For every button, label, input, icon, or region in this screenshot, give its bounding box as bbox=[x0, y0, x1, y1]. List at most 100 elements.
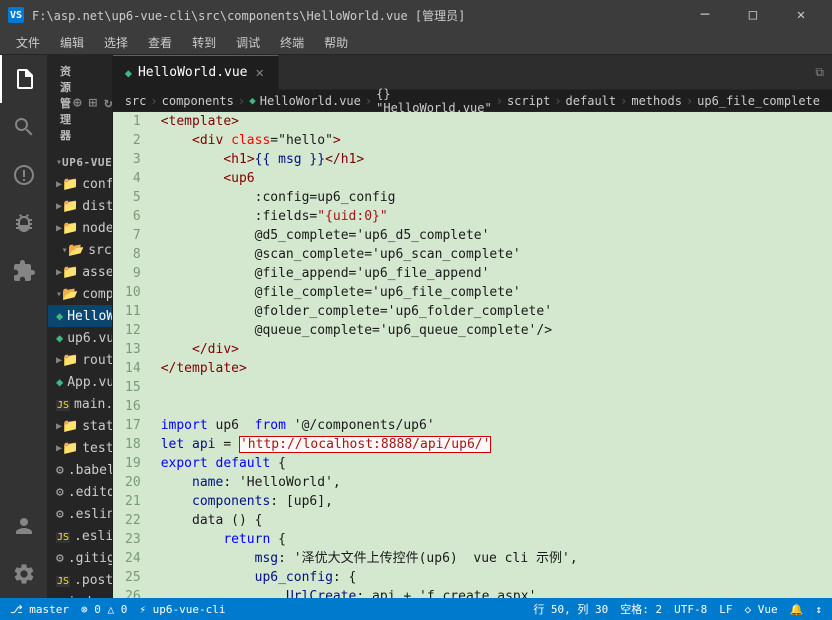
split-editor-btn[interactable]: ⧉ bbox=[807, 65, 832, 80]
file-tree: ▾UP6-VUE-CLI▶📁config▶📁dist▶📁node_modules… bbox=[48, 151, 112, 598]
sidebar-header: 资源管理器 ⊕ ⊞ ↻ ⊟ … bbox=[48, 55, 112, 151]
menu-edit[interactable]: 编辑 bbox=[52, 32, 92, 53]
tree-item-App-vue[interactable]: ◆App.vue bbox=[48, 371, 112, 393]
file-icon-src: 📂 bbox=[68, 243, 84, 258]
tree-item-editorconfig[interactable]: ⚙.editorconfig bbox=[48, 481, 112, 503]
breadcrumb-export[interactable]: {} "HelloWorld.vue" bbox=[376, 87, 492, 115]
line-ending[interactable]: LF bbox=[719, 603, 732, 616]
tree-label-up6-vue: up6.vue bbox=[67, 331, 112, 346]
file-icon-static: 📁 bbox=[62, 419, 78, 434]
minimize-button[interactable]: ─ bbox=[682, 0, 728, 30]
breadcrumb-components[interactable]: components bbox=[162, 94, 234, 108]
breadcrumb-sep-4: › bbox=[496, 94, 503, 108]
tree-item-main-js[interactable]: JSmain.js bbox=[48, 393, 112, 415]
code-line-23: return { bbox=[161, 530, 824, 549]
status-right: 行 50, 列 30 空格: 2 UTF-8 LF ◇ Vue 🔔 ↕ bbox=[533, 601, 822, 617]
sync-btn[interactable]: ↕ bbox=[815, 603, 822, 616]
activity-account[interactable] bbox=[0, 502, 48, 550]
tree-label-src: src bbox=[88, 243, 111, 258]
menu-select[interactable]: 选择 bbox=[96, 32, 136, 53]
code-line-20: name: 'HelloWorld', bbox=[161, 473, 824, 492]
tree-item-test[interactable]: ▶📁test bbox=[48, 437, 112, 459]
language-mode[interactable]: ◇ Vue bbox=[745, 603, 778, 616]
refresh-btn[interactable]: ↻ bbox=[103, 94, 113, 112]
tree-item-helloworld-vue[interactable]: ◆HelloWorld.vue bbox=[48, 305, 112, 327]
code-line-18: let api = 'http://localhost:8888/api/up6… bbox=[161, 435, 824, 454]
breadcrumb-sep-2: › bbox=[238, 94, 245, 108]
project-name[interactable]: ⚡ up6-vue-cli bbox=[139, 603, 225, 616]
tree-item-router[interactable]: ▶📁router bbox=[48, 349, 112, 371]
tree-item-index-html[interactable]: ◻ index.html bbox=[48, 591, 112, 598]
vue-breadcrumb-icon: ◆ bbox=[249, 94, 256, 107]
cursor-position[interactable]: 行 50, 列 30 bbox=[533, 601, 608, 617]
close-button[interactable]: ✕ bbox=[778, 0, 824, 30]
tree-item-config[interactable]: ▶📁config bbox=[48, 173, 112, 195]
breadcrumb-script[interactable]: script bbox=[507, 94, 550, 108]
tree-item-gitignore[interactable]: ⚙.gitignore bbox=[48, 547, 112, 569]
new-folder-btn[interactable]: ⊞ bbox=[88, 94, 100, 112]
activity-git[interactable] bbox=[0, 151, 48, 199]
activity-explorer[interactable] bbox=[0, 55, 48, 103]
encoding[interactable]: UTF-8 bbox=[674, 603, 707, 616]
tree-item-up6-vue[interactable]: ◆up6.vue bbox=[48, 327, 112, 349]
menu-help[interactable]: 帮助 bbox=[316, 32, 356, 53]
window-title: F:\asp.net\up6-vue-cli\src\components\He… bbox=[32, 7, 465, 24]
tree-label-index-html: index.html bbox=[68, 595, 113, 599]
tab-bar: ◆ HelloWorld.vue ✕ ⧉ bbox=[113, 55, 832, 90]
breadcrumb-method-name[interactable]: up6_file_complete bbox=[697, 94, 820, 108]
activity-extensions[interactable] bbox=[0, 247, 48, 295]
breadcrumb-sep-7: › bbox=[686, 94, 693, 108]
file-icon-index-html: ◻ bbox=[56, 595, 64, 599]
menu-view[interactable]: 查看 bbox=[140, 32, 180, 53]
code-line-22: data () { bbox=[161, 511, 824, 530]
tree-label-editorconfig: .editorconfig bbox=[68, 485, 113, 500]
maximize-button[interactable]: □ bbox=[730, 0, 776, 30]
file-icon-postcssrc-js: JS bbox=[56, 573, 70, 588]
tree-item-node_modules[interactable]: ▶📁node_modules bbox=[48, 217, 112, 239]
tree-item-components[interactable]: ▾📂components bbox=[48, 283, 112, 305]
tree-item-dist[interactable]: ▶📁dist bbox=[48, 195, 112, 217]
menu-goto[interactable]: 转到 bbox=[184, 32, 224, 53]
file-icon-assets: 📁 bbox=[62, 265, 78, 280]
code-line-1: <template> bbox=[161, 112, 824, 131]
breadcrumb-sep-5: › bbox=[554, 94, 561, 108]
error-count[interactable]: ⊗ 0 △ 0 bbox=[81, 603, 127, 616]
menu-file[interactable]: 文件 bbox=[8, 32, 48, 53]
tree-item-up6-vue-cli[interactable]: ▾UP6-VUE-CLI bbox=[48, 151, 112, 173]
file-icon-router: 📁 bbox=[62, 353, 78, 368]
editor-area: ◆ HelloWorld.vue ✕ ⧉ src › components › … bbox=[113, 55, 832, 598]
code-line-16 bbox=[161, 397, 824, 416]
activity-debug[interactable] bbox=[0, 199, 48, 247]
tree-item-postcssrc-js[interactable]: JS.postcssrc.js bbox=[48, 569, 112, 591]
indentation[interactable]: 空格: 2 bbox=[620, 601, 662, 617]
code-line-17: import up6 from '@/components/up6' bbox=[161, 416, 824, 435]
menu-debug[interactable]: 调试 bbox=[228, 32, 268, 53]
file-icon-node_modules: 📁 bbox=[62, 221, 78, 236]
code-line-21: components: [up6], bbox=[161, 492, 824, 511]
code-line-2: <div class="hello"> bbox=[161, 131, 824, 150]
git-branch[interactable]: ⎇ master bbox=[10, 603, 69, 616]
activity-search[interactable] bbox=[0, 103, 48, 151]
tab-helloworld[interactable]: ◆ HelloWorld.vue ✕ bbox=[113, 55, 279, 90]
code-content[interactable]: <template> <div class="hello"> <h1>{{ ms… bbox=[153, 112, 832, 598]
tab-close-btn[interactable]: ✕ bbox=[254, 63, 266, 83]
tree-item-static[interactable]: ▶📁static bbox=[48, 415, 112, 437]
tree-label-config: config bbox=[82, 177, 112, 192]
breadcrumb-default[interactable]: default bbox=[566, 94, 617, 108]
tree-item-babelrc[interactable]: ⚙.babelrc bbox=[48, 459, 112, 481]
breadcrumb-src[interactable]: src bbox=[125, 94, 147, 108]
breadcrumb-filename[interactable]: HelloWorld.vue bbox=[260, 94, 361, 108]
tree-item-eslintignore[interactable]: ⚙.eslintignore bbox=[48, 503, 112, 525]
tree-item-eslintrc-js[interactable]: JS.eslintrc.js bbox=[48, 525, 112, 547]
code-editor[interactable]: 1234567891011121314151617181920212223242… bbox=[113, 112, 832, 598]
menu-terminal[interactable]: 终端 bbox=[272, 32, 312, 53]
breadcrumb-methods[interactable]: methods bbox=[631, 94, 682, 108]
title-bar-left: VS F:\asp.net\up6-vue-cli\src\components… bbox=[8, 7, 465, 24]
tree-item-src[interactable]: ▾📂src bbox=[48, 239, 112, 261]
tree-item-assets[interactable]: ▶📁assets bbox=[48, 261, 112, 283]
vue-file-icon: ◆ bbox=[125, 66, 132, 80]
activity-settings[interactable] bbox=[0, 550, 48, 598]
notification-bell[interactable]: 🔔 bbox=[790, 603, 804, 616]
tree-label-test: test bbox=[82, 441, 112, 456]
new-file-btn[interactable]: ⊕ bbox=[72, 94, 84, 112]
